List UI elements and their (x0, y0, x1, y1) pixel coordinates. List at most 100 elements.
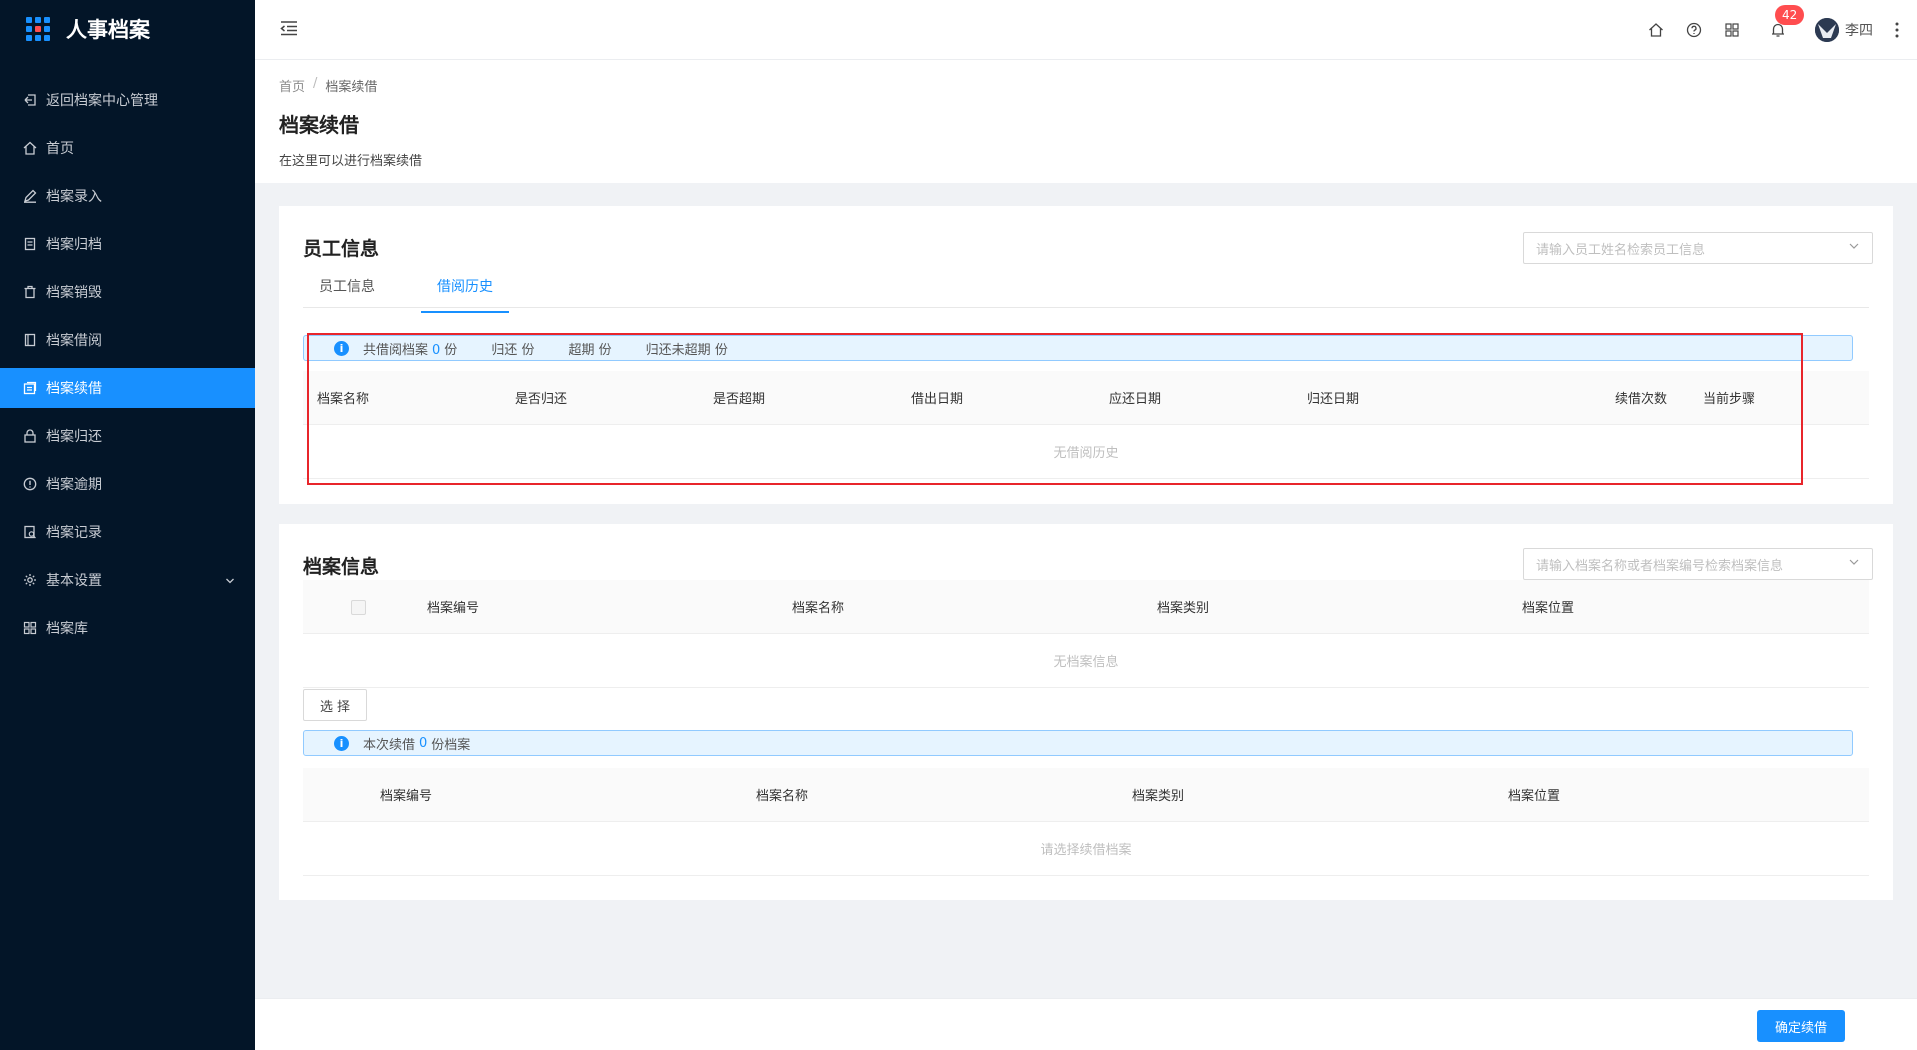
apps-logo-icon (26, 17, 50, 41)
chevron-down-icon (1848, 240, 1860, 256)
sidebar-item-settings[interactable]: 基本设置 (0, 560, 255, 600)
trash-icon (22, 284, 38, 300)
bell-icon[interactable]: 42 (1767, 5, 1805, 41)
home-icon (22, 140, 38, 156)
chevron-down-icon (1848, 556, 1860, 572)
warning-icon (22, 476, 38, 492)
sidebar-item-record[interactable]: 档案记录 (0, 512, 255, 552)
sidebar-item-label: 档案逾期 (46, 477, 102, 493)
sidebar-item-archive[interactable]: 档案归档 (0, 224, 255, 264)
archive-search-placeholder: 请输入档案名称或者档案编号检索档案信息 (1536, 558, 1784, 574)
table-header: 档案名称 是否归还 是否超期 借出日期 应还日期 归还日期 续借次数 当前步骤 (303, 371, 1869, 425)
borrow-history-table: 档案名称 是否归还 是否超期 借出日期 应还日期 归还日期 续借次数 当前步骤 … (303, 371, 1869, 479)
sidebar-item-label: 档案归还 (46, 429, 102, 445)
column-header: 档案名称 (317, 392, 370, 407)
unit-label: 份 (714, 342, 728, 358)
sidebar-item-destroy[interactable]: 档案销毁 (0, 272, 255, 312)
empty-state: 无借阅历史 (303, 425, 1869, 479)
tab-borrow-history[interactable]: 借阅历史 (421, 272, 509, 313)
sidebar-item-library[interactable]: 档案库 (0, 608, 255, 648)
employee-search-placeholder: 请输入员工姓名检索员工信息 (1536, 242, 1706, 258)
sidebar-item-return[interactable]: 返回档案中心管理 (0, 80, 255, 120)
page-title: 档案续借 (279, 113, 359, 137)
sidebar-item-label: 档案库 (46, 621, 88, 637)
column-header: 档案编号 (427, 601, 480, 616)
tab-employee-info[interactable]: 员工信息 (303, 272, 391, 307)
empty-state: 无档案信息 (303, 634, 1869, 688)
sidebar-item-label: 档案录入 (46, 189, 102, 205)
card-title: 档案信息 (303, 556, 380, 578)
sidebar-item-return-archive[interactable]: 档案归还 (0, 416, 255, 456)
sidebar-item-overdue[interactable]: 档案逾期 (0, 464, 255, 504)
sidebar-item-label: 档案销毁 (46, 285, 102, 301)
sidebar-item-home[interactable]: 首页 (0, 128, 255, 168)
renew-count: 0 (419, 735, 428, 751)
renew-icon (22, 380, 38, 396)
column-header: 是否归还 (515, 392, 568, 407)
employee-tabs: 员工信息 借阅历史 (303, 272, 1869, 313)
employee-search-select[interactable]: 请输入员工姓名检索员工信息 (1523, 232, 1873, 264)
total-borrowed: 共借阅档案 0 份 (363, 339, 457, 358)
sidebar-item-borrow[interactable]: 档案借阅 (0, 320, 255, 360)
card-title: 员工信息 (303, 238, 380, 260)
logo[interactable]: 人事档案 (0, 0, 255, 58)
overdue-count: 超期 份 (568, 339, 611, 358)
column-header: 是否超期 (713, 392, 766, 407)
avatar[interactable] (1815, 18, 1839, 42)
sidebar-item-renew[interactable]: 档案续借 (0, 368, 255, 408)
top-header: 42 李四 (255, 0, 1917, 60)
column-header: 档案名称 (756, 789, 809, 804)
help-icon[interactable] (1683, 19, 1705, 41)
sidebar-menu: 返回档案中心管理 首页 档案录入 档案归档 档案销毁 档案借阅 档案续借 档案归… (0, 80, 255, 648)
column-header: 归还日期 (1307, 392, 1360, 407)
app-title: 人事档案 (66, 18, 150, 42)
renew-prefix: 本次续借 (363, 737, 416, 753)
column-header: 续借次数 (1615, 392, 1668, 407)
notification-badge: 42 (1775, 5, 1805, 25)
sidebar-item-label: 档案归档 (46, 237, 102, 253)
home-icon[interactable] (1645, 19, 1667, 41)
column-header: 应还日期 (1109, 392, 1162, 407)
sidebar-item-entry[interactable]: 档案录入 (0, 176, 255, 216)
select-button[interactable]: 选择 (303, 689, 367, 721)
table-header: 档案编号 档案名称 档案类别 档案位置 (303, 768, 1869, 822)
username[interactable]: 李四 (1845, 20, 1873, 40)
info-icon: i (334, 735, 349, 751)
confirm-renew-button[interactable]: 确定续借 (1757, 1010, 1845, 1042)
archive-info-card: 档案信息 请输入档案名称或者档案编号检索档案信息 档案编号 档案名称 档案类别 … (279, 524, 1893, 900)
sidebar-item-label: 返回档案中心管理 (46, 93, 158, 109)
sidebar-item-label: 档案记录 (46, 525, 102, 541)
column-header: 档案编号 (380, 789, 433, 804)
sidebar-item-label: 档案借阅 (46, 333, 102, 349)
column-header: 借出日期 (911, 392, 964, 407)
unreturned-count: 归还未超期 份 (646, 339, 728, 358)
empty-state: 请选择续借档案 (303, 822, 1869, 876)
employee-info-card: 员工信息 请输入员工姓名检索员工信息 员工信息 借阅历史 i 共借阅档案 0 份 归… (279, 206, 1893, 504)
breadcrumb-current: 档案续借 (325, 80, 378, 95)
breadcrumb: 首页 / 档案续借 (279, 76, 1893, 95)
unit-label: 份 (598, 342, 612, 358)
unreturned-label: 归还未超期 (645, 342, 711, 358)
table-header: 档案编号 档案名称 档案类别 档案位置 (303, 580, 1869, 634)
lock-icon (22, 428, 38, 444)
book-icon (22, 332, 38, 348)
page-description: 在这里可以进行档案续借 (279, 154, 423, 169)
return-icon (22, 92, 38, 108)
footer-bar: 确定续借 (255, 998, 1917, 1050)
record-icon (22, 524, 38, 540)
archive-search-select[interactable]: 请输入档案名称或者档案编号检索档案信息 (1523, 548, 1873, 580)
column-header: 档案位置 (1508, 789, 1561, 804)
renew-summary-alert: i 本次续借 0 份档案 (303, 730, 1853, 756)
unit-label: 份 (521, 342, 535, 358)
column-header: 档案名称 (792, 601, 845, 616)
menu-fold-icon[interactable] (279, 18, 301, 40)
breadcrumb-home[interactable]: 首页 (279, 76, 305, 95)
overdue-label: 超期 (568, 342, 595, 358)
chevron-down-icon (225, 574, 235, 590)
apps-icon[interactable] (1721, 19, 1743, 41)
edit-icon (22, 188, 38, 204)
more-vertical-icon[interactable] (1887, 22, 1907, 38)
info-icon: i (334, 340, 349, 356)
select-all-checkbox[interactable] (351, 600, 366, 615)
grid-icon (22, 620, 38, 636)
